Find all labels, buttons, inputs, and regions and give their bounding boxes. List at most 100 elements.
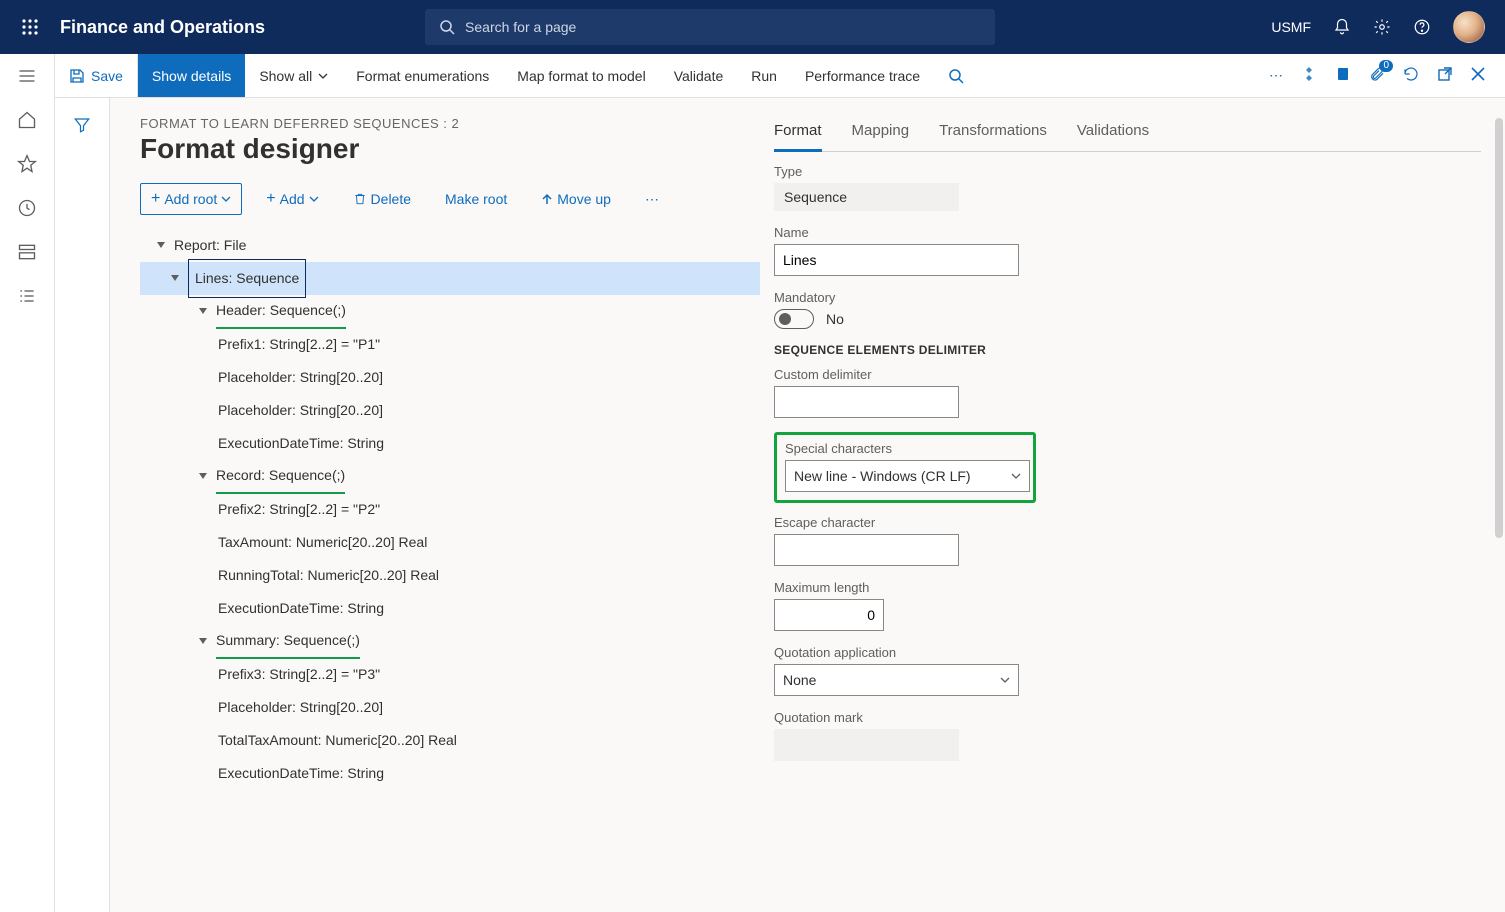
help-icon[interactable] — [1413, 18, 1431, 36]
tab-format[interactable]: Format — [774, 116, 822, 152]
arrow-up-icon — [541, 193, 553, 205]
bell-icon[interactable] — [1333, 18, 1351, 36]
mandatory-text: No — [826, 311, 844, 327]
field-maxlen: Maximum length — [774, 580, 1481, 631]
maxlen-input[interactable] — [774, 599, 884, 631]
refresh-icon[interactable] — [1403, 66, 1419, 85]
close-icon[interactable] — [1471, 67, 1485, 84]
chevron-down-icon — [309, 194, 319, 204]
more-icon[interactable]: ⋯ — [1269, 67, 1283, 84]
special-chars-highlight: Special characters New line - Windows (C… — [774, 432, 1036, 503]
tree-node[interactable]: TotalTaxAmount: Numeric[20..20] Real — [140, 724, 760, 757]
add-button[interactable]: +Add — [256, 184, 328, 214]
type-value: Sequence — [774, 183, 959, 211]
search-icon — [439, 19, 455, 35]
tree-node[interactable]: Report: File — [140, 229, 760, 262]
escape-input[interactable] — [774, 534, 959, 566]
modules-icon[interactable] — [17, 286, 37, 306]
perf-trace-button[interactable]: Performance trace — [791, 54, 934, 97]
user-avatar[interactable] — [1453, 11, 1485, 43]
company-code[interactable]: USMF — [1271, 19, 1311, 35]
field-type: Type Sequence — [774, 164, 1481, 211]
recent-icon[interactable] — [17, 198, 37, 218]
search-icon — [948, 68, 964, 84]
save-icon — [69, 68, 85, 84]
quotation-mark-input[interactable] — [774, 729, 959, 761]
action-bar: Save Show details Show all Format enumer… — [0, 54, 1505, 98]
tree-panel: FORMAT TO LEARN DEFERRED SEQUENCES : 2 F… — [110, 98, 770, 912]
attachments-icon[interactable]: 0 — [1369, 66, 1385, 85]
attachments-badge: 0 — [1379, 60, 1393, 72]
field-name: Name — [774, 225, 1481, 276]
hamburger-icon[interactable] — [17, 66, 37, 86]
workspaces-icon[interactable] — [17, 242, 37, 262]
tree-node[interactable]: TaxAmount: Numeric[20..20] Real — [140, 526, 760, 559]
validate-button[interactable]: Validate — [660, 54, 738, 97]
chevron-down-icon — [1011, 471, 1021, 481]
tree-node[interactable]: ExecutionDateTime: String — [140, 427, 760, 460]
tree-node[interactable]: Prefix3: String[2..2] = "P3" — [140, 658, 760, 691]
trash-icon — [353, 192, 367, 206]
map-format-button[interactable]: Map format to model — [503, 54, 659, 97]
property-tabs: Format Mapping Transformations Validatio… — [774, 116, 1481, 152]
diamond-icon[interactable] — [1301, 66, 1317, 85]
breadcrumb: FORMAT TO LEARN DEFERRED SEQUENCES : 2 — [140, 116, 760, 131]
search-action[interactable] — [934, 54, 978, 97]
save-button[interactable]: Save — [55, 54, 138, 97]
make-root-button[interactable]: Make root — [435, 185, 517, 213]
tab-validations[interactable]: Validations — [1077, 116, 1149, 151]
mandatory-toggle[interactable] — [774, 309, 814, 329]
tree-node[interactable]: Placeholder: String[20..20] — [140, 691, 760, 724]
gear-icon[interactable] — [1373, 18, 1391, 36]
field-escape: Escape character — [774, 515, 1481, 566]
search-placeholder: Search for a page — [465, 19, 576, 35]
delete-button[interactable]: Delete — [343, 185, 421, 213]
popout-icon[interactable] — [1437, 66, 1453, 85]
tree-node[interactable]: ExecutionDateTime: String — [140, 757, 760, 790]
tree-node[interactable]: RunningTotal: Numeric[20..20] Real — [140, 559, 760, 592]
show-all-button[interactable]: Show all — [245, 54, 342, 97]
tree-node[interactable]: Placeholder: String[20..20] — [140, 361, 760, 394]
tree-node[interactable]: Header: Sequence(;) — [140, 295, 760, 328]
tab-transformations[interactable]: Transformations — [939, 116, 1047, 151]
app-launcher-icon[interactable] — [10, 18, 50, 36]
tree-node-selected[interactable]: Lines: Sequence — [140, 262, 760, 295]
chevron-down-icon — [1000, 675, 1010, 685]
chevron-down-icon — [318, 71, 328, 81]
top-nav: Finance and Operations Search for a page… — [0, 0, 1505, 54]
brand-title: Finance and Operations — [60, 17, 265, 38]
office-icon[interactable] — [1335, 66, 1351, 85]
tree-node[interactable]: ExecutionDateTime: String — [140, 592, 760, 625]
show-details-button[interactable]: Show details — [138, 54, 245, 97]
field-mandatory: Mandatory No — [774, 290, 1481, 329]
tree-node[interactable]: Prefix1: String[2..2] = "P1" — [140, 328, 760, 361]
field-custom-delimiter: Custom delimiter — [774, 367, 1481, 418]
run-button[interactable]: Run — [737, 54, 791, 97]
page-title: Format designer — [140, 133, 760, 165]
move-up-button[interactable]: Move up — [531, 185, 621, 213]
home-icon[interactable] — [17, 110, 37, 130]
tree-node[interactable]: Record: Sequence(;) — [140, 460, 760, 493]
properties-panel: Format Mapping Transformations Validatio… — [770, 98, 1505, 912]
special-chars-select[interactable]: New line - Windows (CR LF) — [785, 460, 1030, 492]
quotation-app-select[interactable]: None — [774, 664, 1019, 696]
section-header: SEQUENCE ELEMENTS DELIMITER — [774, 343, 1481, 357]
filter-icon[interactable] — [73, 116, 91, 134]
name-input[interactable] — [774, 244, 1019, 276]
tree-node[interactable]: Prefix2: String[2..2] = "P2" — [140, 493, 760, 526]
tree-node[interactable]: Placeholder: String[20..20] — [140, 394, 760, 427]
tree-toolbar: +Add root +Add Delete Make root Move up … — [140, 183, 760, 215]
scrollbar[interactable] — [1495, 118, 1503, 538]
star-icon[interactable] — [17, 154, 37, 174]
tab-mapping[interactable]: Mapping — [852, 116, 910, 151]
format-tree: Report: File Lines: Sequence Header: Seq… — [140, 229, 760, 790]
custom-delimiter-input[interactable] — [774, 386, 959, 418]
global-search[interactable]: Search for a page — [425, 9, 995, 45]
field-quotation-mark: Quotation mark — [774, 710, 1481, 761]
tree-node[interactable]: Summary: Sequence(;) — [140, 625, 760, 658]
format-enum-button[interactable]: Format enumerations — [342, 54, 503, 97]
nav-rail — [0, 54, 55, 912]
chevron-down-icon — [221, 194, 231, 204]
more-button[interactable]: ⋯ — [635, 185, 669, 214]
add-root-button[interactable]: +Add root — [140, 183, 242, 215]
